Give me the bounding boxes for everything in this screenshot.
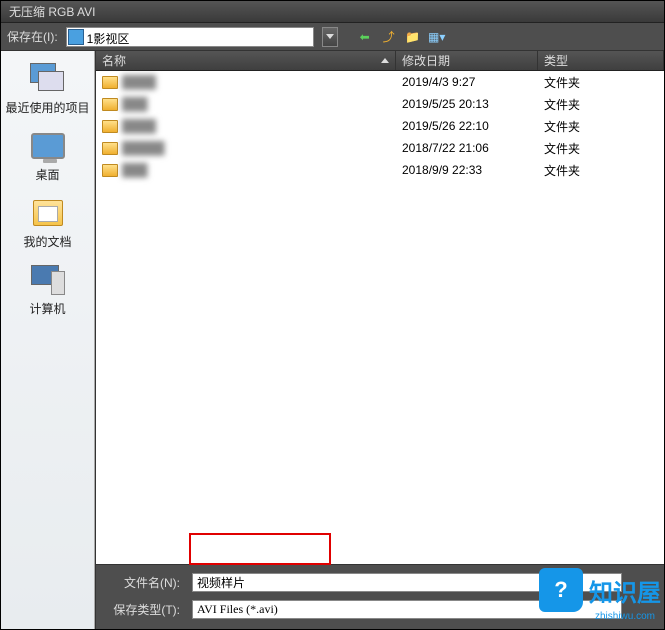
- drive-icon: [68, 29, 84, 45]
- folder-icon: [102, 120, 118, 133]
- column-header-name[interactable]: 名称: [96, 51, 396, 70]
- bottom-panel: 文件名(N): 保存类型(T):: [96, 564, 664, 629]
- folder-icon: [102, 76, 118, 89]
- save-in-label: 保存在(I):: [7, 28, 58, 45]
- sidebar-item-desktop[interactable]: 桌面: [1, 124, 94, 191]
- file-list[interactable]: ████2019/4/3 9:27文件夹 ███2019/5/25 20:13文…: [96, 71, 664, 564]
- recent-icon: [30, 63, 66, 95]
- toolbar: 保存在(I): 1影视区 ⬅ ⤴ 📁 ▦▾: [1, 23, 664, 51]
- window-title: 无压缩 RGB AVI: [9, 3, 95, 20]
- filetype-row: 保存类型(T):: [102, 600, 658, 619]
- view-icon[interactable]: ▦▾: [428, 28, 446, 46]
- up-icon[interactable]: ⤴: [380, 28, 398, 46]
- file-area: 名称 修改日期 类型 ████2019/4/3 9:27文件夹 ███2019/…: [95, 51, 664, 629]
- sort-ascending-icon: [381, 58, 389, 63]
- filetype-label: 保存类型(T):: [102, 601, 180, 618]
- folder-icon: [102, 98, 118, 111]
- toolbar-icons: ⬅ ⤴ 📁 ▦▾: [356, 28, 446, 46]
- column-header-modified[interactable]: 修改日期: [396, 51, 538, 70]
- filename-row: 文件名(N):: [102, 573, 658, 592]
- filename-label: 文件名(N):: [102, 574, 180, 591]
- filename-input[interactable]: [192, 573, 622, 592]
- sidebar-item-recent[interactable]: 最近使用的项目: [1, 57, 94, 124]
- sidebar-item-label: 最近使用的项目: [5, 99, 89, 116]
- table-row[interactable]: ███2019/5/25 20:13文件夹: [96, 93, 664, 115]
- folder-icon: [102, 164, 118, 177]
- computer-icon: [30, 264, 66, 296]
- chevron-down-icon: [326, 34, 334, 39]
- new-folder-icon[interactable]: 📁: [404, 28, 422, 46]
- location-dropdown-button[interactable]: [322, 27, 338, 47]
- table-row[interactable]: ████2019/4/3 9:27文件夹: [96, 71, 664, 93]
- sidebar-item-computer[interactable]: 计算机: [1, 258, 94, 325]
- table-row[interactable]: ████2019/5/26 22:10文件夹: [96, 115, 664, 137]
- column-headers: 名称 修改日期 类型: [96, 51, 664, 71]
- sidebar-item-documents[interactable]: 我的文档: [1, 191, 94, 258]
- documents-icon: [30, 197, 66, 229]
- back-icon[interactable]: ⬅: [356, 28, 374, 46]
- sidebar-item-label: 桌面: [35, 166, 59, 183]
- column-header-type[interactable]: 类型: [538, 51, 664, 70]
- location-combo[interactable]: 1影视区: [66, 27, 314, 47]
- sidebar-item-label: 我的文档: [23, 233, 71, 250]
- folder-icon: [102, 142, 118, 155]
- location-text: 1影视区: [85, 28, 313, 46]
- filetype-combo[interactable]: [192, 600, 622, 619]
- dialog-body: 最近使用的项目 桌面 我的文档 计算机 名称 修改日期 类型 ████2: [1, 51, 664, 629]
- titlebar[interactable]: 无压缩 RGB AVI: [1, 1, 664, 23]
- table-row[interactable]: █████2018/7/22 21:06文件夹: [96, 137, 664, 159]
- table-row[interactable]: ███2018/9/9 22:33文件夹: [96, 159, 664, 181]
- watermark-domain: zhishiwu.com: [595, 611, 655, 622]
- save-dialog: 无压缩 RGB AVI 保存在(I): 1影视区 ⬅ ⤴ 📁 ▦▾ 最近使用的项…: [0, 0, 665, 630]
- sidebar-item-label: 计算机: [29, 300, 65, 317]
- desktop-icon: [30, 130, 66, 162]
- places-sidebar: 最近使用的项目 桌面 我的文档 计算机: [1, 51, 95, 629]
